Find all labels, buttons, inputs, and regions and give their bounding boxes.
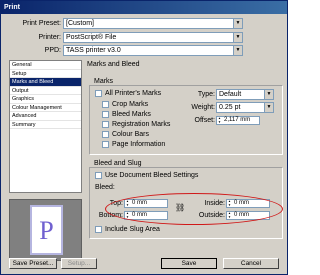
printer-select[interactable]: PostScript® File ▼ — [63, 32, 243, 43]
bleed-group-title: Bleed and Slug — [94, 160, 142, 167]
checkbox-box — [102, 141, 109, 148]
bleed-marks-checkbox[interactable]: Bleed Marks — [102, 111, 151, 118]
include-slug-checkbox[interactable]: Include Slug Area — [95, 226, 160, 233]
ppd-value: TASS printer v3.0 — [66, 47, 121, 54]
crop-marks-checkbox[interactable]: Crop Marks — [102, 101, 148, 108]
ppd-label: PPD: — [44, 47, 61, 54]
weight-value: 0.25 pt — [219, 104, 241, 111]
page-information-label: Page Information — [112, 141, 166, 148]
print-dialog: Print Print Preset: [Custom] ▼ Printer: … — [0, 0, 288, 275]
highlight-ellipse — [105, 193, 283, 225]
crop-marks-label: Crop Marks — [112, 101, 149, 108]
weight-select[interactable]: 0.25 pt ▼ — [216, 102, 274, 113]
offset-label: Offset: — [194, 117, 216, 124]
chevron-down-icon: ▼ — [264, 90, 273, 99]
save-button[interactable]: Save — [161, 258, 217, 269]
category-list: General Setup Marks and Bleed Output Gra… — [9, 60, 82, 193]
checkbox-box — [95, 90, 102, 97]
checkbox-box — [102, 121, 109, 128]
sidebar-item-general[interactable]: General — [10, 61, 81, 70]
checkbox-box — [102, 111, 109, 118]
use-document-bleed-checkbox[interactable]: Use Document Bleed Settings — [95, 172, 198, 179]
all-printers-marks-label: All Printer's Marks — [105, 90, 162, 97]
registration-marks-label: Registration Marks — [112, 121, 171, 128]
type-select[interactable]: Default ▼ — [216, 89, 274, 100]
chevron-down-icon: ▼ — [233, 19, 242, 28]
window-title: Print — [1, 1, 287, 14]
sidebar-item-summary[interactable]: Summary — [10, 121, 81, 129]
weight-label: Weight: — [191, 104, 215, 111]
checkbox-box — [95, 226, 102, 233]
offset-input[interactable]: ▲ ▼ 2,117 mm — [216, 116, 260, 125]
printer-label: Printer: — [38, 34, 61, 41]
printer-value: PostScript® File — [66, 34, 117, 41]
sidebar-item-marks-and-bleed[interactable]: Marks and Bleed — [10, 78, 81, 87]
offset-value: 2,117 mm — [224, 117, 251, 123]
print-preset-label: Print Preset: — [22, 20, 61, 27]
print-preset-select[interactable]: [Custom] ▼ — [63, 18, 243, 29]
page-information-checkbox[interactable]: Page Information — [102, 141, 165, 148]
type-value: Default — [219, 91, 242, 98]
page-preview: P — [9, 199, 82, 261]
colour-bars-label: Colour Bars — [112, 131, 149, 138]
colour-bars-checkbox[interactable]: Colour Bars — [102, 131, 149, 138]
checkbox-box — [102, 101, 109, 108]
sidebar-item-output[interactable]: Output — [10, 87, 81, 95]
bleed-label: Bleed: — [95, 184, 115, 191]
include-slug-label: Include Slug Area — [105, 226, 160, 233]
chevron-down-icon: ▼ — [233, 46, 242, 55]
checkbox-box — [95, 172, 102, 179]
use-document-bleed-label: Use Document Bleed Settings — [105, 172, 199, 179]
preview-letter: P — [39, 216, 54, 245]
sidebar-item-graphics[interactable]: Graphics — [10, 95, 81, 104]
save-preset-button[interactable]: Save Preset... — [9, 258, 57, 269]
ppd-select[interactable]: TASS printer v3.0 ▼ — [63, 45, 243, 56]
type-label: Type: — [197, 91, 215, 98]
all-printers-marks-checkbox[interactable]: All Printer's Marks — [95, 90, 161, 97]
cancel-button[interactable]: Cancel — [223, 258, 279, 269]
chevron-down-icon: ▼ — [233, 33, 242, 42]
sidebar-item-setup[interactable]: Setup — [10, 70, 81, 78]
spinner-icon[interactable]: ▲ ▼ — [217, 116, 222, 124]
chevron-down-icon: ▼ — [264, 103, 273, 112]
setup-button[interactable]: Setup... — [61, 258, 97, 269]
print-preset-value: [Custom] — [66, 20, 95, 27]
registration-marks-checkbox[interactable]: Registration Marks — [102, 121, 170, 128]
preview-page: P — [30, 205, 63, 255]
panel-title: Marks and Bleed — [87, 61, 140, 68]
checkbox-box — [102, 131, 109, 138]
sidebar-item-advanced[interactable]: Advanced — [10, 112, 81, 121]
bleed-marks-label: Bleed Marks — [112, 111, 151, 118]
sidebar-item-colour-management[interactable]: Colour Management — [10, 104, 81, 112]
marks-group-title: Marks — [94, 78, 114, 85]
